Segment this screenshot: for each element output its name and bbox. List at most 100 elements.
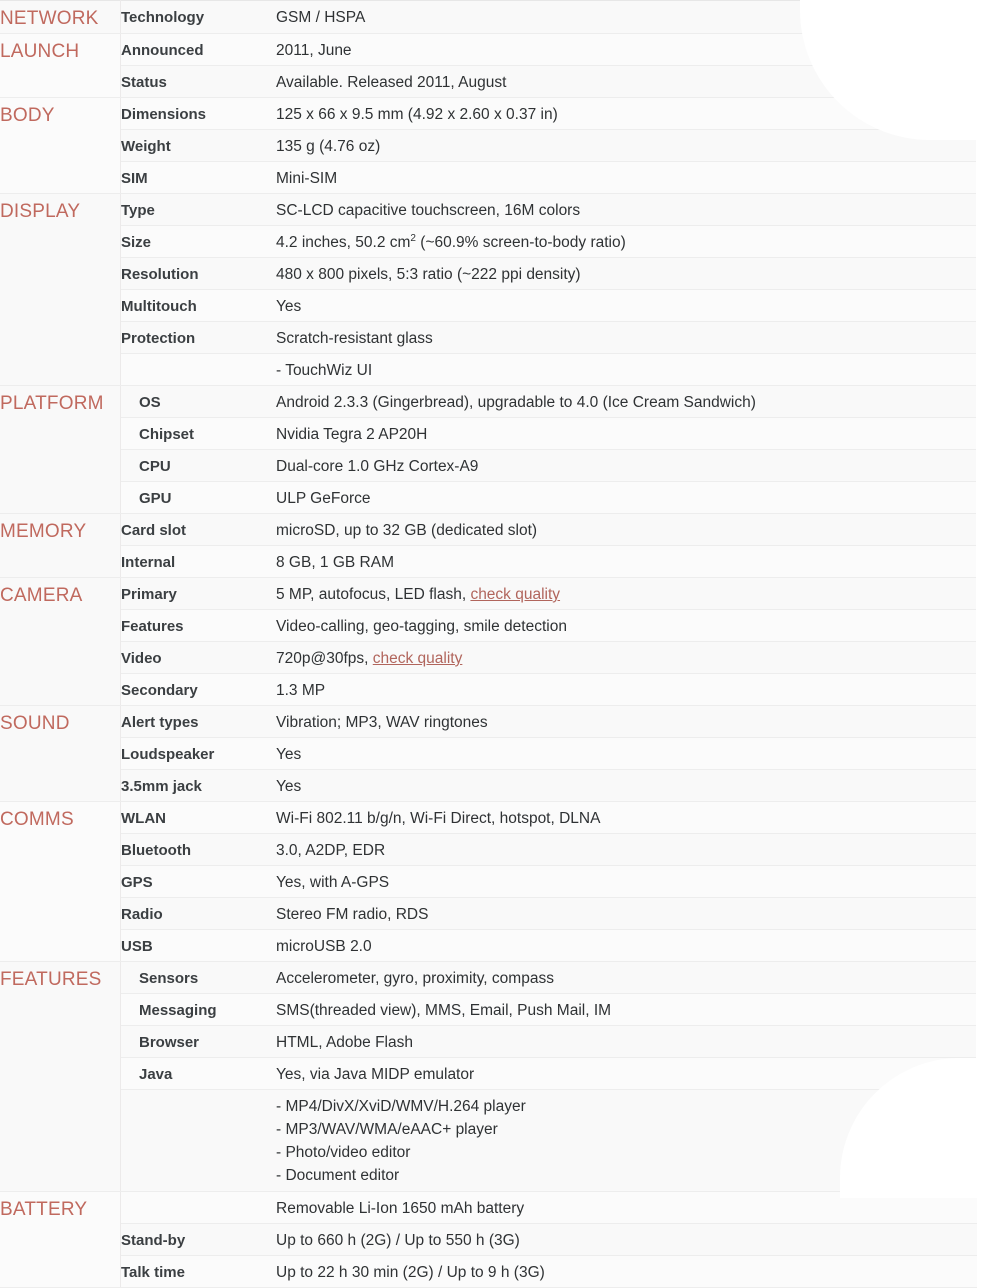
spec-value: microUSB 2.0: [276, 929, 977, 962]
spec-label-loudspeaker: Loudspeaker: [120, 737, 276, 770]
table-row: CPU Dual-core 1.0 GHz Cortex-A9: [0, 449, 977, 482]
spec-label-multitouch: Multitouch: [120, 289, 276, 322]
table-row: DISPLAY Type SC-LCD capacitive touchscreen…: [0, 193, 977, 386]
spec-value: Yes: [276, 769, 977, 802]
spec-value-text: ULP GeForce: [276, 490, 371, 507]
spec-value-text: microUSB 2.0: [276, 938, 372, 955]
spec-value: Stereo FM radio, RDS: [276, 897, 977, 930]
table-row: CAMERA Primary 5 MP, autofocus, LED flash,…: [0, 577, 977, 706]
spec-value: GSM / HSPA: [276, 0, 977, 34]
table-row: BATTERY Removable Li-Ion 1650 mAh battery: [0, 1191, 977, 1288]
spec-sheet: NETWORK Technology GSM / HSPA LAUNCH Announc…: [0, 0, 1000, 1288]
spec-label-text: Size: [121, 234, 152, 251]
spec-label-card-slot: Card slot: [120, 513, 276, 546]
section-category-label: LAUNCH: [0, 41, 80, 62]
spec-value: - TouchWiz UI: [276, 353, 977, 386]
spec-value-text: Removable Li-Ion 1650 mAh battery: [276, 1200, 525, 1217]
spec-value: Up to 22 h 30 min (2G) / Up to 9 h (3G): [276, 1255, 977, 1288]
spec-value: Nvidia Tegra 2 AP20H: [276, 417, 977, 450]
table-row: Java Yes, via Java MIDP emulator: [0, 1057, 977, 1090]
spec-label-java: Java: [120, 1057, 276, 1090]
section-category-label: BATTERY: [0, 1199, 88, 1220]
spec-label-cpu: CPU: [120, 449, 276, 482]
spec-label-text: [121, 354, 276, 356]
check-quality-link[interactable]: check quality: [470, 586, 560, 603]
spec-value-text: SC-LCD capacitive touchscreen, 16M color…: [276, 202, 581, 219]
spec-label-text: Multitouch: [121, 298, 197, 315]
spec-value-text: 1.3 MP: [276, 682, 326, 699]
spec-label-text: Secondary: [121, 682, 198, 699]
table-row: Messaging SMS(threaded view), MMS, Email,…: [0, 993, 977, 1026]
spec-value-text: Nvidia Tegra 2 AP20H: [276, 426, 428, 443]
spec-value: HTML, Adobe Flash: [276, 1025, 977, 1058]
spec-label-text: OS: [139, 394, 161, 411]
spec-value-text: Yes, via Java MIDP emulator: [276, 1066, 475, 1083]
table-row: Resolution 480 x 800 pixels, 5:3 ratio (~…: [0, 257, 977, 290]
table-row: LAUNCH Announced 2011, June: [0, 33, 977, 98]
spec-value: SC-LCD capacitive touchscreen, 16M color…: [276, 193, 977, 226]
spec-value-text: Up to 22 h 30 min (2G) / Up to 9 h (3G): [276, 1264, 545, 1281]
table-row: FEATURES Sensors Accelerometer, gyro, prox…: [0, 961, 977, 1192]
spec-label-empty: [120, 1089, 276, 1192]
spec-value-text: 480 x 800 pixels, 5:3 ratio (~222 ppi de…: [276, 266, 581, 283]
table-row: SIM Mini-SIM: [0, 161, 977, 194]
spec-value: Wi-Fi 802.11 b/g/n, Wi-Fi Direct, hotspo…: [276, 801, 977, 834]
spec-value-text: Up to 660 h (2G) / Up to 550 h (3G): [276, 1232, 520, 1249]
spec-value-prefix: 5 MP, autofocus, LED flash,: [276, 586, 471, 603]
section-category-body: BODY: [0, 97, 121, 194]
spec-label-gpu: GPU: [120, 481, 276, 514]
check-quality-link[interactable]: check quality: [373, 650, 463, 667]
spec-value-part: (~60.9% screen-to-body ratio): [415, 234, 626, 251]
spec-value: SMS(threaded view), MMS, Email, Push Mai…: [276, 993, 977, 1026]
spec-label-sim: SIM: [120, 161, 276, 194]
spec-value-text: Yes, with A-GPS: [276, 874, 390, 891]
spec-value-text: Vibration; MP3, WAV ringtones: [276, 714, 488, 731]
spec-label-text: Protection: [121, 330, 196, 347]
spec-value-text: Video-calling, geo-tagging, smile detect…: [276, 618, 567, 635]
spec-value: ULP GeForce: [276, 481, 977, 514]
spec-value-text: Stereo FM radio, RDS: [276, 906, 429, 923]
table-row: Radio Stereo FM radio, RDS: [0, 897, 977, 930]
spec-value: 135 g (4.76 oz): [276, 129, 977, 162]
spec-label-sensors: Sensors: [120, 961, 276, 994]
spec-value-text: Yes: [276, 778, 302, 795]
spec-label-text: Weight: [121, 138, 171, 155]
spec-value: 2011, June: [276, 33, 977, 66]
spec-value-text: Scratch-resistant glass: [276, 330, 433, 347]
spec-value-line: - MP4/DivX/XviD/WMV/H.264 player: [276, 1098, 526, 1115]
table-row: - MP4/DivX/XviD/WMV/H.264 player - MP3/WA…: [0, 1089, 977, 1192]
spec-value: 5 MP, autofocus, LED flash, check qualit…: [276, 577, 977, 610]
spec-label-text: Talk time: [121, 1264, 185, 1281]
spec-label-text: Browser: [139, 1034, 200, 1051]
spec-value-text: Mini-SIM: [276, 170, 338, 187]
spec-value-text: - TouchWiz UI: [276, 362, 373, 379]
spec-label-text: Internal: [121, 554, 176, 571]
right-edge-mask: [976, 0, 1000, 1178]
section-category-label: COMMS: [0, 809, 74, 830]
spec-label-text: CPU: [139, 458, 171, 475]
spec-value-text: 5 MP, autofocus, LED flash, check qualit…: [276, 578, 977, 609]
spec-label-messaging: Messaging: [120, 993, 276, 1026]
table-row: 3.5mm jack Yes: [0, 769, 977, 802]
spec-value-line: - Photo/video editor: [276, 1144, 411, 1161]
section-category-features: FEATURES: [0, 961, 121, 1192]
spec-label-wlan: WLAN: [120, 801, 276, 834]
table-row: - TouchWiz UI: [0, 353, 977, 386]
spec-label-chipset: Chipset: [120, 417, 276, 450]
spec-label-text: Java: [139, 1066, 173, 1083]
spec-label-text: Technology: [121, 9, 205, 26]
spec-label-text: Type: [121, 202, 155, 219]
table-row: NETWORK Technology GSM / HSPA: [0, 0, 977, 34]
spec-value-text: GSM / HSPA: [276, 9, 366, 26]
section-category-label: CAMERA: [0, 585, 83, 606]
spec-label-text: Dimensions: [121, 106, 207, 123]
spec-label-text: 3.5mm jack: [121, 778, 202, 795]
section-category-sound: SOUND: [0, 705, 121, 802]
spec-value: Vibration; MP3, WAV ringtones: [276, 705, 977, 738]
table-row: PLATFORM OS Android 2.3.3 (Gingerbread), u…: [0, 385, 977, 514]
spec-value-text: 8 GB, 1 GB RAM: [276, 554, 395, 571]
spec-value: Mini-SIM: [276, 161, 977, 194]
spec-label-usb: USB: [120, 929, 276, 962]
spec-label-resolution: Resolution: [120, 257, 276, 290]
spec-value-text: Available. Released 2011, August: [276, 74, 507, 91]
